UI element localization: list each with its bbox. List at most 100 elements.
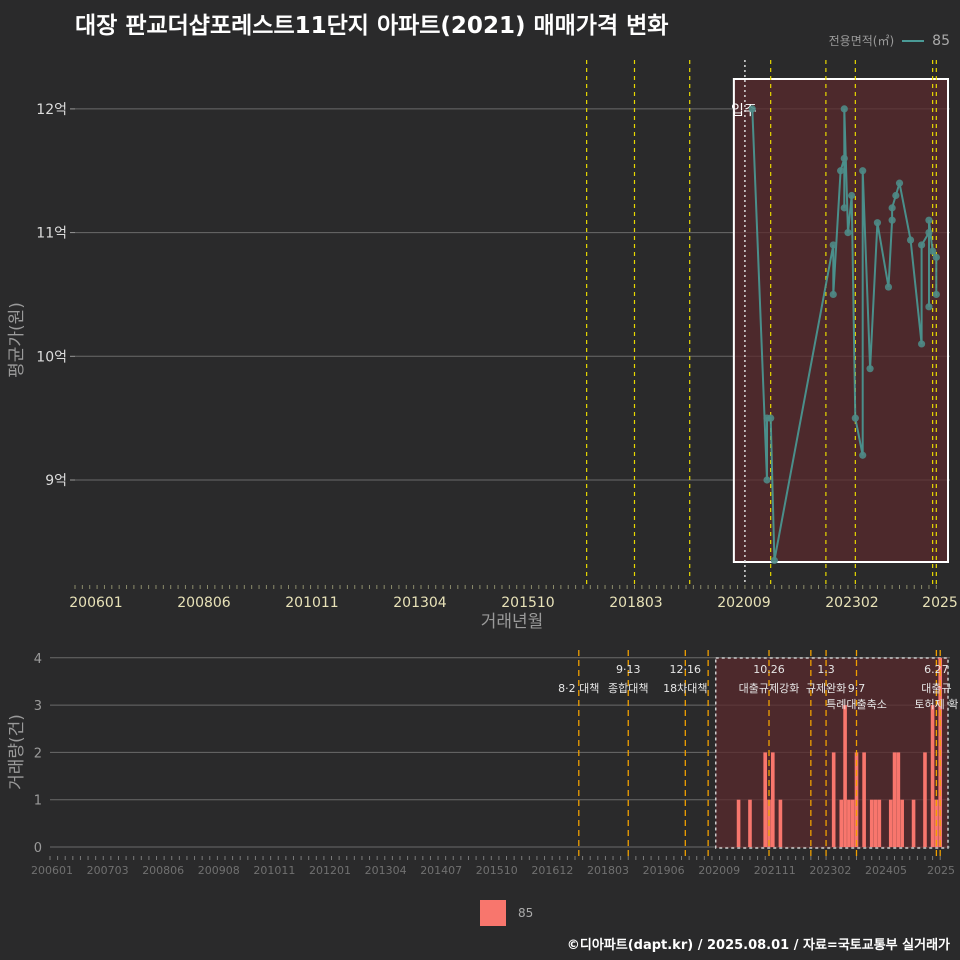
x-tick-label: 200601 xyxy=(31,864,73,877)
data-point xyxy=(932,253,940,261)
y-tick-label: 12억 xyxy=(36,102,67,118)
volume-bar xyxy=(831,752,836,847)
data-point xyxy=(925,216,933,224)
data-point xyxy=(925,303,933,311)
policy-date-label: 9·13 xyxy=(616,663,641,676)
x-tick-label: 202405 xyxy=(865,864,907,877)
volume-bar xyxy=(862,752,866,847)
volume-bar xyxy=(873,799,878,847)
policy-label: 대출규 xyxy=(921,682,951,695)
policy-label: 8·2 대책 xyxy=(558,682,599,695)
data-point xyxy=(873,219,882,227)
data-point xyxy=(866,365,874,373)
data-point xyxy=(748,105,756,113)
data-point xyxy=(888,204,896,212)
data-point xyxy=(829,241,837,249)
x-tick-label: 2025 xyxy=(922,595,958,611)
data-point xyxy=(917,340,926,348)
y-tick-label: 1 xyxy=(34,794,42,809)
x-tick-label: 202302 xyxy=(809,864,851,877)
data-point xyxy=(840,204,848,212)
policy-date-label: 12·16 xyxy=(670,663,702,676)
data-point xyxy=(844,229,852,237)
chart-canvas: 9억10억11억12억 입주200601 200806 201011 201304 201… xyxy=(7,60,958,877)
data-point xyxy=(895,179,904,187)
y-tick-label: 4 xyxy=(34,652,42,667)
volume-bar xyxy=(888,799,893,847)
volume-bar xyxy=(736,799,741,847)
volume-bar xyxy=(911,799,916,847)
legend-bottom-value: 85 xyxy=(518,906,534,920)
x-axis-title: 거래년월 xyxy=(481,612,544,632)
data-point xyxy=(840,105,848,113)
data-point xyxy=(770,556,778,565)
policy-label: 9·7 xyxy=(848,682,866,695)
data-point xyxy=(929,247,937,255)
x-tick-label: 200703 xyxy=(87,864,129,877)
data-point xyxy=(851,414,859,422)
x-tick-label: 200908 xyxy=(198,864,240,877)
volume-bar xyxy=(896,752,901,847)
data-point xyxy=(840,154,848,162)
source-caption: ©디아파트(dapt.kr) / 2025.08.01 / 자료=국토교통부 실… xyxy=(566,938,950,953)
data-point xyxy=(917,241,926,249)
data-point xyxy=(932,290,940,299)
volume-bar xyxy=(869,799,874,847)
data-point xyxy=(837,167,845,175)
x-tick-label: 200806 xyxy=(177,595,231,611)
y-tick-label: 11억 xyxy=(36,226,67,242)
data-point xyxy=(888,216,896,224)
x-tick-label: 200806 xyxy=(142,864,184,877)
x-tick-label: 202009 xyxy=(717,595,770,611)
volume-bar xyxy=(778,799,783,847)
volume-bar xyxy=(892,752,897,847)
data-point xyxy=(884,283,893,291)
volume-bar xyxy=(930,705,935,847)
data-point xyxy=(906,236,915,244)
volume-bar xyxy=(900,799,904,847)
x-tick-label: 201906 xyxy=(643,864,685,877)
data-point xyxy=(925,229,933,237)
volume-bar xyxy=(843,705,847,847)
x-tick-label: 201803 xyxy=(609,595,662,611)
y-axis-title: 평균가(원) xyxy=(7,302,27,378)
policy-date-label: 10.26 xyxy=(753,663,785,676)
policy-label: 종합대책 xyxy=(608,682,648,695)
x-tick-label: 201803 xyxy=(587,864,629,877)
x-tick-label: 201510 xyxy=(501,595,554,611)
x-tick-label: 201201 xyxy=(309,864,351,877)
policy-label-2: 토허제 확 xyxy=(914,698,958,711)
volume-bar xyxy=(850,799,855,847)
policy-label: 18차대책 xyxy=(663,682,707,695)
highlight-box xyxy=(732,78,949,563)
x-tick-label: 2025 xyxy=(927,864,955,877)
policy-date-label: 1.3 xyxy=(817,663,835,676)
policy-label: 대출규제강화 xyxy=(739,682,800,695)
y-tick-label: 2 xyxy=(34,746,42,761)
volume-bar xyxy=(839,799,844,847)
x-tick-label: 201011 xyxy=(285,595,338,611)
data-point xyxy=(763,476,771,484)
volume-bar xyxy=(847,799,851,847)
data-point xyxy=(859,451,867,459)
data-point xyxy=(859,167,867,175)
volume-bar xyxy=(748,799,752,847)
x-tick-label: 202009 xyxy=(698,864,740,877)
data-point xyxy=(767,414,775,422)
x-tick-label: 201304 xyxy=(393,595,447,611)
x-tick-label: 200601 xyxy=(69,595,122,611)
x-tick-label: 201011 xyxy=(253,864,295,877)
data-point xyxy=(829,290,837,299)
volume-bar xyxy=(877,799,882,847)
policy-label-2: 특례대출축소 xyxy=(826,698,887,711)
x-tick-label: 202302 xyxy=(825,595,878,611)
legend-bottom: 85 xyxy=(480,900,533,926)
x-tick-label: 201612 xyxy=(531,864,573,877)
volume-bar xyxy=(923,752,927,847)
policy-date-label: 6.27 xyxy=(924,663,949,676)
y-tick-label: 10억 xyxy=(36,349,67,365)
x-tick-label: 201510 xyxy=(476,864,518,877)
data-point xyxy=(848,191,856,200)
data-point xyxy=(892,191,900,200)
policy-label: 규제완화 xyxy=(806,682,846,695)
